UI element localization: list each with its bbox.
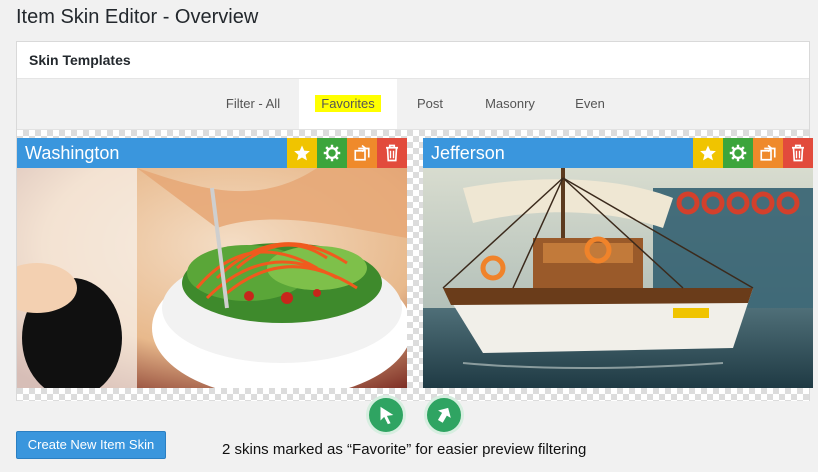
filter-post-label: Post <box>416 96 443 111</box>
skin-card-washington[interactable]: Washington <box>17 138 407 388</box>
gear-icon <box>729 144 747 162</box>
filter-favorites-tab[interactable]: Favorites <box>299 79 397 129</box>
filter-bar: Filter - All Favorites Post Masonry Even <box>17 79 809 130</box>
sailing-boat-photo <box>423 168 813 388</box>
panel-title: Skin Templates <box>17 42 809 79</box>
duplicate-icon <box>760 144 776 161</box>
skin-card-toolbar <box>287 138 407 168</box>
duplicate-button[interactable] <box>347 138 377 168</box>
salad-bowl-photo <box>17 168 407 388</box>
filter-post-tab[interactable]: Post <box>410 79 450 129</box>
duplicate-icon <box>354 144 370 161</box>
filter-even-tab[interactable]: Even <box>570 79 610 129</box>
star-icon <box>294 145 310 161</box>
cursor-pointer-icon <box>366 395 406 435</box>
filter-favorites-label: Favorites <box>315 95 381 112</box>
delete-button[interactable] <box>377 138 407 168</box>
settings-button[interactable] <box>723 138 753 168</box>
skin-name: Washington <box>25 143 120 163</box>
duplicate-button[interactable] <box>753 138 783 168</box>
cursor-pointer-icon <box>424 395 464 435</box>
filter-masonry-label: Masonry <box>485 96 535 111</box>
skin-card-toolbar <box>693 138 813 168</box>
favorites-caption: 2 skins marked as “Favorite” for easier … <box>222 441 587 458</box>
page-title: Item Skin Editor - Overview <box>16 6 259 28</box>
filter-masonry-tab[interactable]: Masonry <box>478 79 542 129</box>
skin-name: Jefferson <box>431 143 505 163</box>
delete-button[interactable] <box>783 138 813 168</box>
filter-even-label: Even <box>575 96 605 111</box>
skin-card-jefferson[interactable]: Jefferson <box>423 138 813 388</box>
filter-all-label: Filter - All <box>225 96 281 111</box>
star-icon <box>700 145 716 161</box>
create-new-item-skin-button[interactable]: Create New Item Skin <box>16 431 166 459</box>
skins-grid: Washington Jefferson <box>17 130 813 401</box>
filter-all-tab[interactable]: Filter - All <box>213 79 293 129</box>
favorite-button[interactable] <box>693 138 723 168</box>
trash-icon <box>386 144 398 162</box>
favorite-button[interactable] <box>287 138 317 168</box>
gear-icon <box>323 144 341 162</box>
skin-templates-panel: Skin Templates Filter - All Favorites Po… <box>16 41 813 401</box>
settings-button[interactable] <box>317 138 347 168</box>
trash-icon <box>792 144 804 162</box>
